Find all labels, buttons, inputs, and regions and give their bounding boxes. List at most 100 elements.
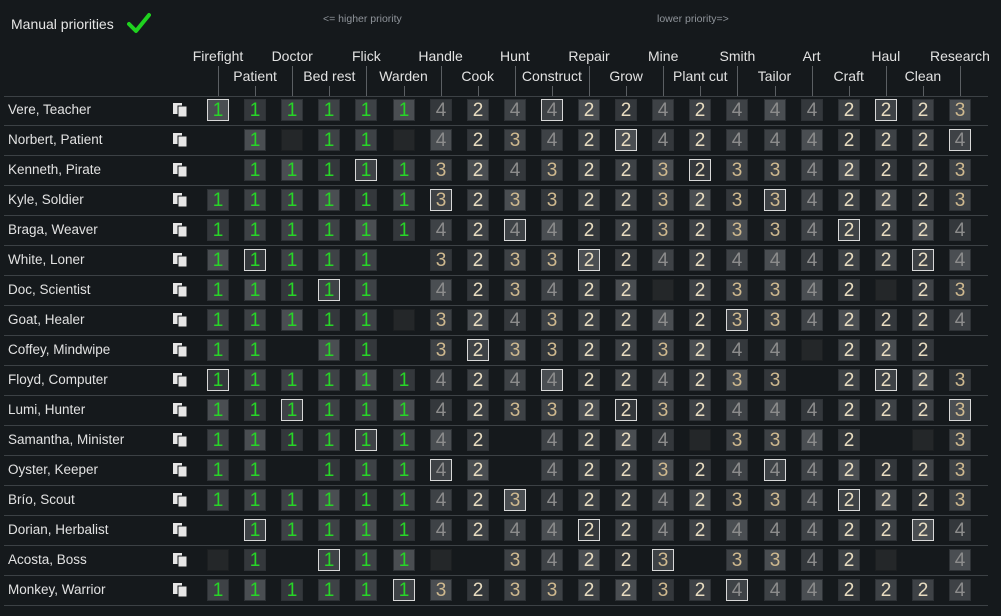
pawn-name[interactable]: Lumi, Hunter (8, 402, 85, 417)
priority-cell[interactable]: 3 (726, 219, 748, 241)
priority-cell[interactable] (281, 549, 303, 571)
priority-cell[interactable]: 1 (355, 219, 377, 241)
priority-cell[interactable]: 2 (689, 489, 711, 511)
priority-cell[interactable]: 2 (578, 219, 600, 241)
priority-cell[interactable]: 4 (764, 519, 786, 541)
priority-cell[interactable]: 4 (801, 309, 823, 331)
pawn-name[interactable]: Goat, Healer (8, 312, 85, 327)
priority-cell[interactable]: 4 (652, 309, 674, 331)
priority-cell[interactable]: 3 (504, 489, 526, 511)
priority-cell[interactable] (393, 279, 415, 301)
priority-cell[interactable]: 2 (467, 429, 489, 451)
priority-cell[interactable]: 1 (355, 129, 377, 151)
priority-cell[interactable]: 4 (764, 99, 786, 121)
priority-cell[interactable]: 1 (355, 249, 377, 271)
priority-cell[interactable]: 1 (393, 549, 415, 571)
priority-cell[interactable] (281, 459, 303, 481)
copy-paste-icon[interactable] (172, 492, 188, 508)
priority-cell[interactable] (207, 129, 229, 151)
priority-cell[interactable]: 3 (504, 189, 526, 211)
priority-cell[interactable]: 2 (875, 159, 897, 181)
priority-cell[interactable]: 4 (541, 219, 563, 241)
priority-cell[interactable]: 2 (615, 579, 637, 601)
priority-cell[interactable] (207, 549, 229, 571)
priority-cell[interactable]: 2 (467, 369, 489, 391)
column-header-haul[interactable]: Haul (871, 48, 900, 64)
priority-cell[interactable]: 2 (689, 279, 711, 301)
priority-cell[interactable]: 4 (801, 129, 823, 151)
priority-cell[interactable]: 1 (355, 429, 377, 451)
priority-cell[interactable]: 2 (615, 129, 637, 151)
priority-cell[interactable]: 2 (467, 339, 489, 361)
priority-cell[interactable]: 1 (318, 579, 340, 601)
priority-cell[interactable]: 2 (838, 249, 860, 271)
priority-cell[interactable]: 3 (764, 549, 786, 571)
column-header-mine[interactable]: Mine (648, 48, 678, 64)
priority-cell[interactable]: 3 (764, 309, 786, 331)
priority-cell[interactable]: 3 (764, 219, 786, 241)
priority-cell[interactable]: 3 (726, 369, 748, 391)
priority-cell[interactable]: 2 (615, 159, 637, 181)
priority-cell[interactable]: 2 (615, 429, 637, 451)
priority-cell[interactable]: 2 (912, 489, 934, 511)
priority-cell[interactable]: 2 (912, 159, 934, 181)
priority-cell[interactable]: 1 (355, 99, 377, 121)
column-header-clean[interactable]: Clean (905, 68, 942, 84)
priority-cell[interactable]: 2 (467, 219, 489, 241)
priority-cell[interactable]: 3 (652, 459, 674, 481)
priority-cell[interactable]: 4 (726, 459, 748, 481)
priority-cell[interactable]: 1 (318, 459, 340, 481)
copy-paste-icon[interactable] (172, 522, 188, 538)
priority-cell[interactable]: 1 (318, 249, 340, 271)
priority-cell[interactable]: 3 (949, 99, 971, 121)
priority-cell[interactable]: 3 (504, 549, 526, 571)
priority-cell[interactable]: 4 (430, 399, 452, 421)
column-header-patient[interactable]: Patient (233, 68, 277, 84)
pawn-name[interactable]: Vere, Teacher (8, 102, 91, 117)
priority-cell[interactable]: 1 (318, 189, 340, 211)
priority-cell[interactable] (689, 549, 711, 571)
priority-cell[interactable]: 2 (912, 399, 934, 421)
priority-cell[interactable]: 3 (430, 309, 452, 331)
priority-cell[interactable]: 3 (949, 489, 971, 511)
priority-cell[interactable]: 2 (912, 249, 934, 271)
priority-cell[interactable]: 3 (430, 159, 452, 181)
priority-cell[interactable]: 1 (281, 309, 303, 331)
priority-cell[interactable] (281, 129, 303, 151)
priority-cell[interactable]: 1 (207, 459, 229, 481)
priority-cell[interactable]: 4 (949, 219, 971, 241)
priority-cell[interactable]: 2 (912, 99, 934, 121)
priority-cell[interactable]: 2 (615, 99, 637, 121)
priority-cell[interactable]: 1 (244, 459, 266, 481)
priority-cell[interactable]: 2 (578, 189, 600, 211)
priority-cell[interactable]: 1 (393, 429, 415, 451)
pawn-name[interactable]: Norbert, Patient (8, 132, 103, 147)
priority-cell[interactable]: 2 (578, 129, 600, 151)
pawn-name[interactable]: Brío, Scout (8, 492, 75, 507)
priority-cell[interactable]: 3 (949, 369, 971, 391)
copy-paste-icon[interactable] (172, 252, 188, 268)
priority-cell[interactable]: 1 (281, 489, 303, 511)
priority-cell[interactable]: 2 (615, 339, 637, 361)
priority-cell[interactable]: 1 (244, 99, 266, 121)
priority-cell[interactable]: 1 (244, 399, 266, 421)
copy-paste-icon[interactable] (172, 402, 188, 418)
priority-cell[interactable]: 1 (318, 369, 340, 391)
column-header-doctor[interactable]: Doctor (272, 48, 313, 64)
priority-cell[interactable]: 4 (652, 249, 674, 271)
priority-cell[interactable]: 4 (504, 309, 526, 331)
priority-cell[interactable] (949, 339, 971, 361)
pawn-name[interactable]: White, Loner (8, 252, 85, 267)
priority-cell[interactable]: 4 (726, 339, 748, 361)
column-header-hunt[interactable]: Hunt (500, 48, 530, 64)
priority-cell[interactable] (504, 459, 526, 481)
priority-cell[interactable] (393, 339, 415, 361)
priority-cell[interactable]: 2 (578, 519, 600, 541)
priority-cell[interactable]: 2 (467, 279, 489, 301)
priority-cell[interactable]: 2 (578, 279, 600, 301)
priority-cell[interactable]: 4 (801, 459, 823, 481)
priority-cell[interactable]: 2 (578, 339, 600, 361)
priority-cell[interactable]: 4 (504, 219, 526, 241)
priority-cell[interactable]: 2 (912, 219, 934, 241)
priority-cell[interactable]: 2 (838, 189, 860, 211)
